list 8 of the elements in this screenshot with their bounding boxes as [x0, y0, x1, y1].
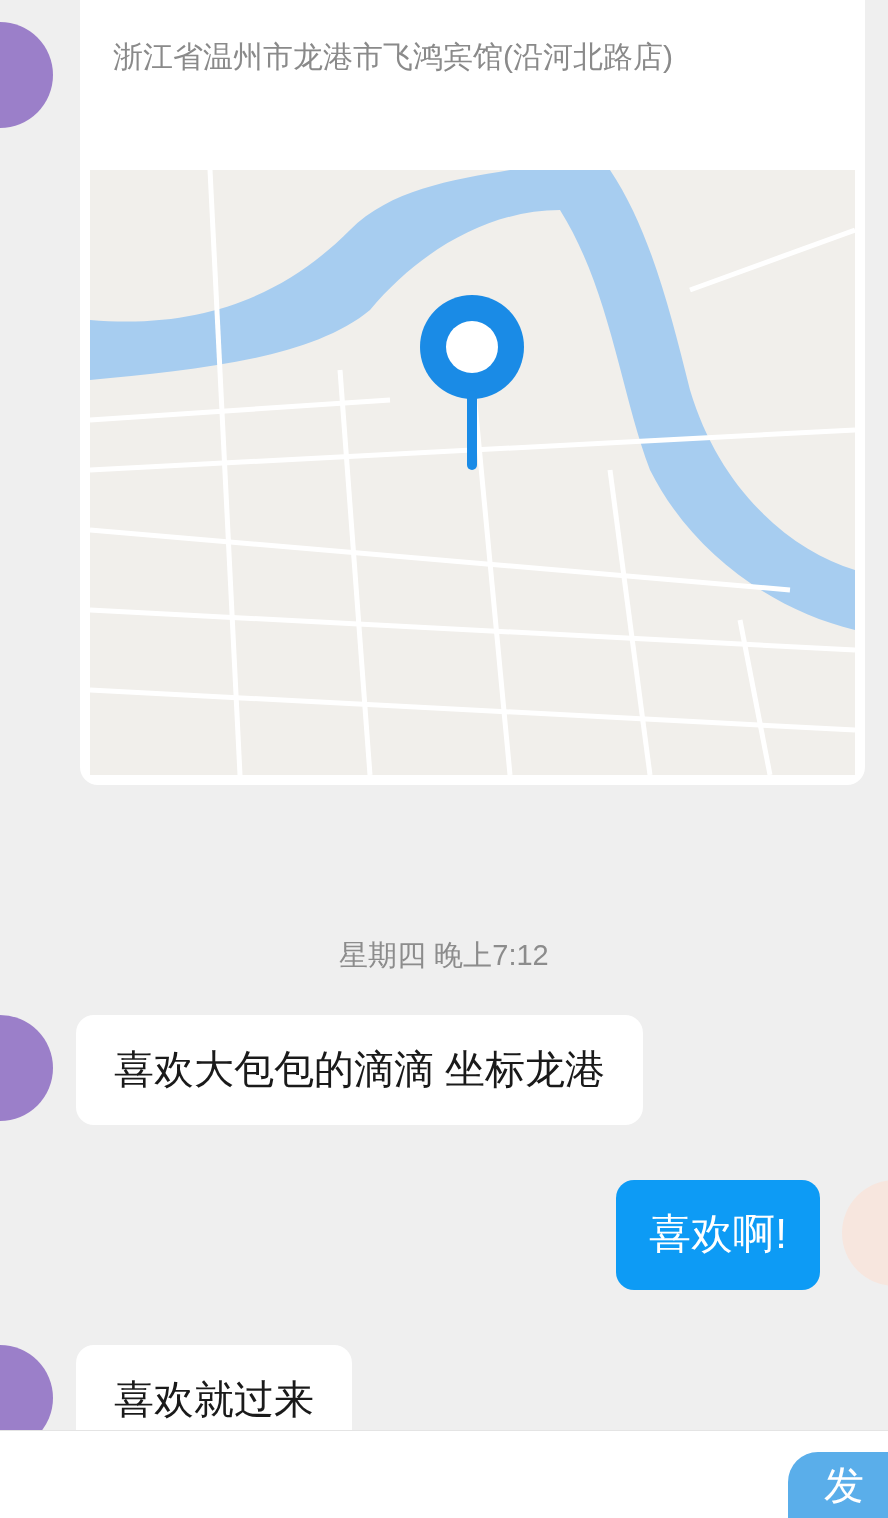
location-pin-icon — [420, 295, 524, 470]
location-card[interactable]: 浙江省温州市龙港市飞鸿宾馆(沿河北路店) — [80, 0, 865, 785]
timestamp: 星期四 晚上7:12 — [339, 938, 549, 973]
address-text: 浙江省温州市龙港市飞鸿宾馆(沿河北路店) — [112, 39, 674, 75]
send-button[interactable]: 发 — [788, 1452, 888, 1518]
message-bubble: 喜欢啊! — [616, 1180, 820, 1290]
message-bubble: 喜欢大包包的滴滴 坐标龙港 — [76, 1015, 644, 1125]
message-bubble: 喜欢就过来 — [76, 1345, 352, 1430]
